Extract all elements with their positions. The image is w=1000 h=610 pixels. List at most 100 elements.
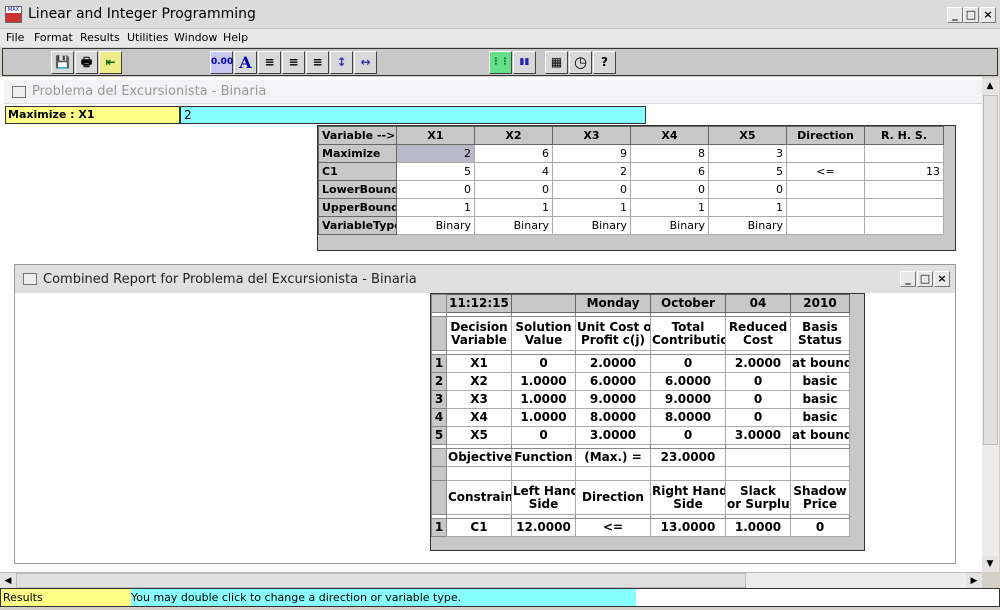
report-cell[interactable]: Reduced Cost <box>725 316 791 351</box>
chart-icon[interactable]: ▮▮ <box>513 51 536 74</box>
cell-value-input[interactable]: 2 <box>180 106 646 124</box>
report-cell[interactable] <box>725 448 791 467</box>
report-cell[interactable]: 0 <box>725 408 791 427</box>
report-cell[interactable]: 23.0000 <box>650 448 726 467</box>
rhs-cell[interactable]: 13 <box>864 162 944 181</box>
menu-help[interactable]: Help <box>223 31 248 44</box>
report-cell[interactable]: X5 <box>446 426 512 445</box>
report-cell[interactable]: Objective <box>446 448 512 467</box>
grid-cell[interactable]: Binary <box>474 216 553 235</box>
grid-cell[interactable]: 1 <box>396 198 475 217</box>
report-cell[interactable]: 0 <box>790 518 850 537</box>
report-cell[interactable]: 6.0000 <box>650 372 726 391</box>
scroll-left-icon[interactable]: ◀ <box>0 573 16 589</box>
font-icon[interactable]: A <box>234 51 257 74</box>
report-cell[interactable]: 12.0000 <box>511 518 576 537</box>
header-cell[interactable]: X3 <box>552 126 631 145</box>
report-cell[interactable]: 6.0000 <box>575 372 651 391</box>
report-cell[interactable]: 1.0000 <box>511 372 576 391</box>
horizontal-scroll-thumb[interactable] <box>16 573 746 588</box>
report-cell[interactable]: 9.0000 <box>575 390 651 409</box>
print-icon[interactable]: 🖶 <box>75 51 98 74</box>
report-cell[interactable]: 0 <box>650 354 726 373</box>
grid-cell[interactable]: 5 <box>708 162 787 181</box>
report-cell[interactable]: 0 <box>725 372 791 391</box>
horizontal-scrollbar[interactable]: ◀ ▶ <box>0 572 982 589</box>
grid-cell[interactable]: 2 <box>396 144 475 163</box>
grid-cell[interactable]: Binary <box>396 216 475 235</box>
header-cell[interactable]: X2 <box>474 126 553 145</box>
report-cell[interactable]: Decision Variable <box>446 316 512 351</box>
minimize-button[interactable]: _ <box>947 7 963 23</box>
report-cell[interactable]: at bound <box>790 354 850 373</box>
direction-cell[interactable] <box>786 180 865 199</box>
report-minimize-button[interactable]: _ <box>900 271 916 287</box>
report-cell[interactable]: 8.0000 <box>575 408 651 427</box>
vertical-scrollbar[interactable]: ▲ ▼ <box>982 78 999 572</box>
report-cell[interactable]: Basis Status <box>790 316 850 351</box>
clock-icon[interactable]: ◷ <box>569 51 592 74</box>
grid-icon[interactable]: ⋮⋮ <box>489 51 512 74</box>
menu-format[interactable]: Format <box>34 31 73 44</box>
report-cell[interactable]: Solution Value <box>511 316 576 351</box>
grid-cell[interactable]: 0 <box>552 180 631 199</box>
grid-cell[interactable]: 1 <box>708 198 787 217</box>
menu-results[interactable]: Results <box>80 31 120 44</box>
calculator-icon[interactable]: ▦ <box>545 51 568 74</box>
report-cell[interactable]: Monday <box>575 294 651 313</box>
header-cell[interactable]: R. H. S. <box>864 126 944 145</box>
exit-icon[interactable]: ⇤ <box>99 51 122 74</box>
report-cell[interactable]: X2 <box>446 372 512 391</box>
report-cell[interactable]: basic <box>790 390 850 409</box>
report-cell[interactable] <box>790 448 850 467</box>
report-cell[interactable]: 1.0000 <box>511 390 576 409</box>
report-cell[interactable]: basic <box>790 372 850 391</box>
report-cell[interactable]: 04 <box>725 294 791 313</box>
grid-cell[interactable]: 1 <box>630 198 709 217</box>
rhs-cell[interactable] <box>864 216 944 235</box>
report-cell[interactable]: 11:12:15 <box>446 294 512 313</box>
report-cell[interactable]: 2.0000 <box>725 354 791 373</box>
report-cell[interactable]: Direction <box>575 480 651 515</box>
grid-cell[interactable]: 1 <box>552 198 631 217</box>
grid-cell[interactable]: Binary <box>630 216 709 235</box>
save-icon[interactable]: 💾 <box>51 51 74 74</box>
grid-cell[interactable]: 9 <box>552 144 631 163</box>
grid-cell[interactable]: 4 <box>474 162 553 181</box>
grid-cell[interactable]: 5 <box>396 162 475 181</box>
report-cell[interactable]: 0 <box>725 390 791 409</box>
report-cell[interactable]: Function <box>511 448 576 467</box>
grid-cell[interactable]: 8 <box>630 144 709 163</box>
report-cell[interactable]: 2.0000 <box>575 354 651 373</box>
report-cell[interactable]: at bound <box>790 426 850 445</box>
grid-cell[interactable]: 1 <box>474 198 553 217</box>
menu-file[interactable]: File <box>6 31 24 44</box>
number-format-icon[interactable]: 0.00 <box>210 51 233 74</box>
report-cell[interactable]: Shadow Price <box>790 480 850 515</box>
close-button[interactable]: × <box>980 7 996 23</box>
report-cell[interactable]: basic <box>790 408 850 427</box>
direction-cell[interactable] <box>786 216 865 235</box>
help-icon[interactable]: ? <box>593 51 616 74</box>
report-cell[interactable]: X3 <box>446 390 512 409</box>
report-cell[interactable]: 0 <box>511 354 576 373</box>
direction-cell[interactable] <box>786 198 865 217</box>
report-cell[interactable]: <= <box>575 518 651 537</box>
report-cell[interactable]: (Max.) = <box>575 448 651 467</box>
report-cell[interactable]: 1.0000 <box>725 518 791 537</box>
report-cell[interactable]: October <box>650 294 726 313</box>
report-cell[interactable]: 3.0000 <box>725 426 791 445</box>
report-cell[interactable]: 1.0000 <box>511 408 576 427</box>
menu-utilities[interactable]: Utilities <box>127 31 168 44</box>
scroll-up-icon[interactable]: ▲ <box>982 78 998 94</box>
grid-cell[interactable]: 0 <box>708 180 787 199</box>
header-cell[interactable]: X1 <box>396 126 475 145</box>
report-maximize-button[interactable]: □ <box>917 271 933 287</box>
align-center-icon[interactable]: ≡ <box>282 51 305 74</box>
maximize-button[interactable]: □ <box>963 7 979 23</box>
menu-window[interactable]: Window <box>174 31 217 44</box>
report-cell[interactable]: 9.0000 <box>650 390 726 409</box>
report-cell[interactable] <box>511 294 576 313</box>
align-right-icon[interactable]: ≡ <box>306 51 329 74</box>
grid-cell[interactable]: 6 <box>630 162 709 181</box>
